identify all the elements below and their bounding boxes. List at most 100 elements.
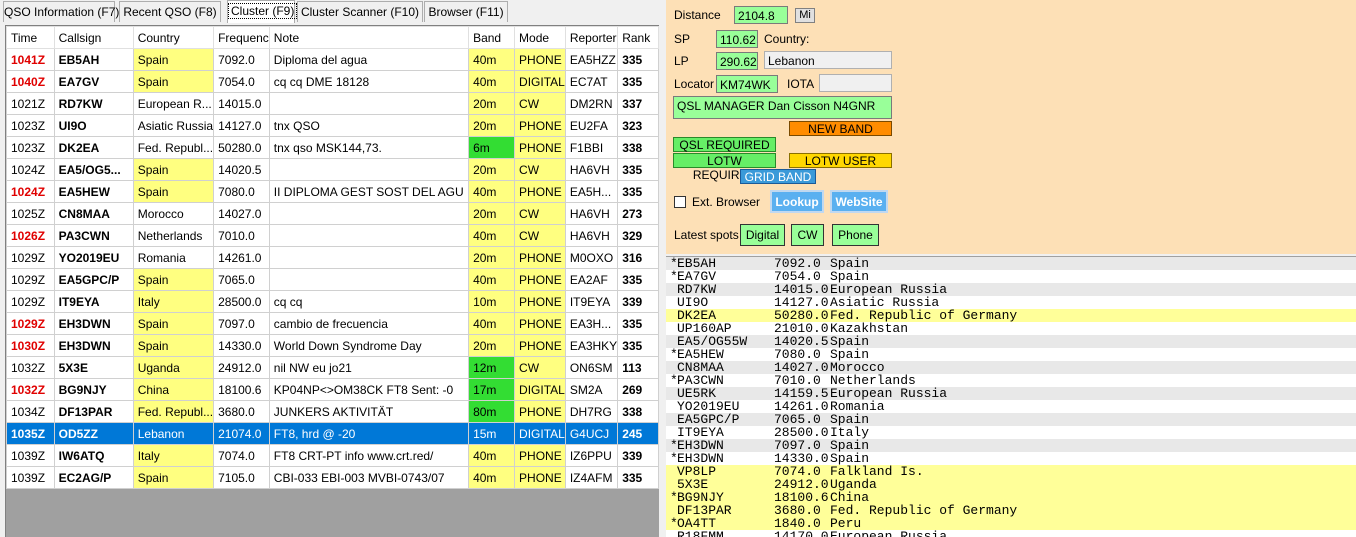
column-header[interactable]: Frequenc (213, 26, 270, 49)
cell-country: European R... (132, 92, 215, 115)
cell-note: II DIPLOMA GEST SOST DEL AGU (268, 180, 470, 203)
cell-mode: PHONE (514, 334, 566, 357)
tab-cluster-scanner[interactable]: Cluster Scanner (F10) (297, 1, 423, 22)
spot-row[interactable]: 1026Z PA3CWN Netherlands 7010.0 40m CW HA6VH 32… (6, 224, 659, 247)
spot-row[interactable]: 1039Z EC2AG/P Spain 7105.0 CBI-033 EBI-003 M… (6, 466, 659, 489)
cell-note: World Down Syndrome Day (268, 334, 470, 357)
cell-rank: 339 (617, 444, 659, 467)
cell-call: OD5ZZ (53, 422, 134, 445)
tab-recent-qso[interactable]: Recent QSO (F8) (119, 1, 221, 22)
cell-mode: PHONE (514, 48, 566, 71)
spot-row[interactable]: 1023Z UI9O Asiatic Russia 14127.0 tnx QSO 20m… (6, 114, 659, 137)
cell-band: 40m (468, 70, 516, 93)
spot-line[interactable]: * EH3DWN 7097.0 Spain (666, 439, 1356, 452)
spot-line[interactable]: * EA5HEW 7080.0 Spain (666, 348, 1356, 361)
cell-time: 1029Z (6, 246, 55, 269)
spot-row[interactable]: 1029Z EA5GPC/P Spain 7065.0 40m PHONE EA2AF 335 (6, 268, 659, 291)
spot-row[interactable]: 1024Z EA5/OG5... Spain 14020.5 20m CW HA6VH 335 (6, 158, 659, 181)
spot-row[interactable]: 1039Z IW6ATQ Italy 7074.0 FT8 CRT-PT info ww… (6, 444, 659, 467)
digital-button[interactable]: Digital (740, 224, 785, 246)
spot-row[interactable]: 1029Z EH3DWN Spain 7097.0 cambio de frecuenc… (6, 312, 659, 335)
spot-line[interactable]: DK2EA 50280.0 Fed. Republic of Germany (666, 309, 1356, 322)
tab-qso-information[interactable]: QSO Information (F7) (3, 1, 119, 22)
spot-row[interactable]: 1040Z EA7GV Spain 7054.0 cq cq DME 18128 40m D… (6, 70, 659, 93)
cell-country: Morocco (132, 202, 215, 225)
cell-rep: IT9EYA (564, 290, 619, 313)
spot-row[interactable]: 1030Z EH3DWN Spain 14330.0 World Down Syndro… (6, 334, 659, 357)
cw-button[interactable]: CW (791, 224, 824, 246)
cell-country: Spain (132, 268, 215, 291)
lp-value: 290.62 (716, 52, 758, 70)
cell-rep: G4UCJ (564, 422, 619, 445)
spot-row[interactable]: 1035Z OD5ZZ Lebanon 21074.0 FT8, hrd @ -20 15… (6, 422, 659, 445)
spot-row[interactable]: 1041Z EB5AH Spain 7092.0 Diploma del agua 40m… (6, 48, 659, 71)
tab-cluster[interactable]: Cluster (F9) (227, 0, 298, 23)
column-header[interactable]: Country (132, 26, 215, 49)
spot-line[interactable]: 5X3E 24912.0 Uganda (666, 478, 1356, 491)
column-header[interactable]: Reporter (564, 26, 619, 49)
ext-browser-checkbox[interactable] (674, 196, 686, 208)
spot-line[interactable]: * EH3DWN 14330.0 Spain (666, 452, 1356, 465)
iota-field[interactable] (819, 74, 892, 92)
unit-button[interactable]: Mi (795, 8, 815, 23)
cell-country: Spain (132, 466, 215, 489)
cell-rank: 335 (617, 268, 659, 291)
column-header[interactable]: Rank (617, 26, 659, 49)
spot-row[interactable]: 1032Z BG9NJY China 18100.6 KP04NP<>OM38CK FT… (6, 378, 659, 401)
cell-band: 12m (468, 356, 516, 379)
cell-rank: 323 (617, 114, 659, 137)
cell-call: UI9O (53, 114, 134, 137)
column-header[interactable]: Callsign (53, 26, 134, 49)
spot-row[interactable]: 1024Z EA5HEW Spain 7080.0 II DIPLOMA GEST SO… (6, 180, 659, 203)
cell-freq: 21074.0 (213, 422, 270, 445)
spot-line[interactable]: UP160AP 21010.0 Kazakhstan (666, 322, 1356, 335)
column-header[interactable]: Note (268, 26, 470, 49)
latest-spots-list[interactable]: * EB5AH 7092.0 Spain * EA7GV 7054.0 Spain RD7KW 1… (666, 256, 1356, 537)
cell-note: cq cq (268, 290, 470, 313)
spot-line[interactable]: * EA7GV 7054.0 Spain (666, 270, 1356, 283)
cell-mode: CW (514, 356, 566, 379)
tab-browser[interactable]: Browser (F11) (424, 1, 508, 22)
spot-line[interactable]: UE5RK 14159.5 European Russia (666, 387, 1356, 400)
column-header[interactable]: Mode (514, 26, 566, 49)
cell-rank: 245 (617, 422, 659, 445)
cell-band: 40m (468, 444, 516, 467)
spot-line[interactable]: RD7KW 14015.0 European Russia (666, 283, 1356, 296)
spot-row[interactable]: 1034Z DF13PAR Fed. Republ... 3680.0 JUNKERS … (6, 400, 659, 423)
spot-row[interactable]: 1023Z DK2EA Fed. Republ... 50280.0 tnx qso M… (6, 136, 659, 159)
spot-line[interactable]: YO2019EU 14261.0 Romania (666, 400, 1356, 413)
lookup-button[interactable]: Lookup (770, 190, 824, 213)
phone-button[interactable]: Phone (832, 224, 879, 246)
cell-note (268, 92, 470, 115)
spot-row[interactable]: 1029Z YO2019EU Romania 14261.0 20m PHONE M0OXO… (6, 246, 659, 269)
spot-line[interactable]: CN8MAA 14027.0 Morocco (666, 361, 1356, 374)
spot-line[interactable]: EA5GPC/P 7065.0 Spain (666, 413, 1356, 426)
spot-row[interactable]: 1029Z IT9EYA Italy 28500.0 cq cq 10m PHONE IT9E… (6, 290, 659, 313)
cell-note: Diploma del agua (268, 48, 470, 71)
column-header[interactable]: Band (468, 26, 516, 49)
cluster-grid[interactable]: Time Callsign Country Frequenc Note Band Mode R… (5, 25, 659, 537)
spot-line[interactable]: EA5/OG55W 14020.5 Spain (666, 335, 1356, 348)
cell-band: 40m (468, 48, 516, 71)
cell-freq: 14127.0 (213, 114, 270, 137)
cell-mode: PHONE (514, 268, 566, 291)
spot-line[interactable]: * OA4TT 1840.0 Peru (666, 517, 1356, 530)
spot-line[interactable]: * PA3CWN 7010.0 Netherlands (666, 374, 1356, 387)
cell-call: DK2EA (53, 136, 134, 159)
cell-country: Spain (132, 70, 215, 93)
cell-country: Uganda (132, 356, 215, 379)
spot-line[interactable]: VP8LP 7074.0 Falkland Is. (666, 465, 1356, 478)
spot-line[interactable]: DF13PAR 3680.0 Fed. Republic of Germany (666, 504, 1356, 517)
spot-row[interactable]: 1021Z RD7KW European R... 14015.0 20m CW DM2RN… (6, 92, 659, 115)
website-button[interactable]: WebSite (830, 190, 888, 213)
cell-time: 1032Z (6, 378, 55, 401)
lotw-user-badge: LOTW USER (789, 153, 892, 168)
cell-call: DF13PAR (53, 400, 134, 423)
spot-line[interactable]: IT9EYA 28500.0 Italy (666, 426, 1356, 439)
spot-row[interactable]: 1025Z CN8MAA Morocco 14027.0 20m CW HA6VH 273 (6, 202, 659, 225)
column-header[interactable]: Time (6, 26, 55, 49)
spot-line[interactable]: * EB5AH 7092.0 Spain (666, 257, 1356, 270)
spot-row[interactable]: 1032Z 5X3E Uganda 24912.0 nil NW eu jo21 12m C… (6, 356, 659, 379)
cell-rep: ON6SM (564, 356, 619, 379)
cell-band: 20m (468, 246, 516, 269)
